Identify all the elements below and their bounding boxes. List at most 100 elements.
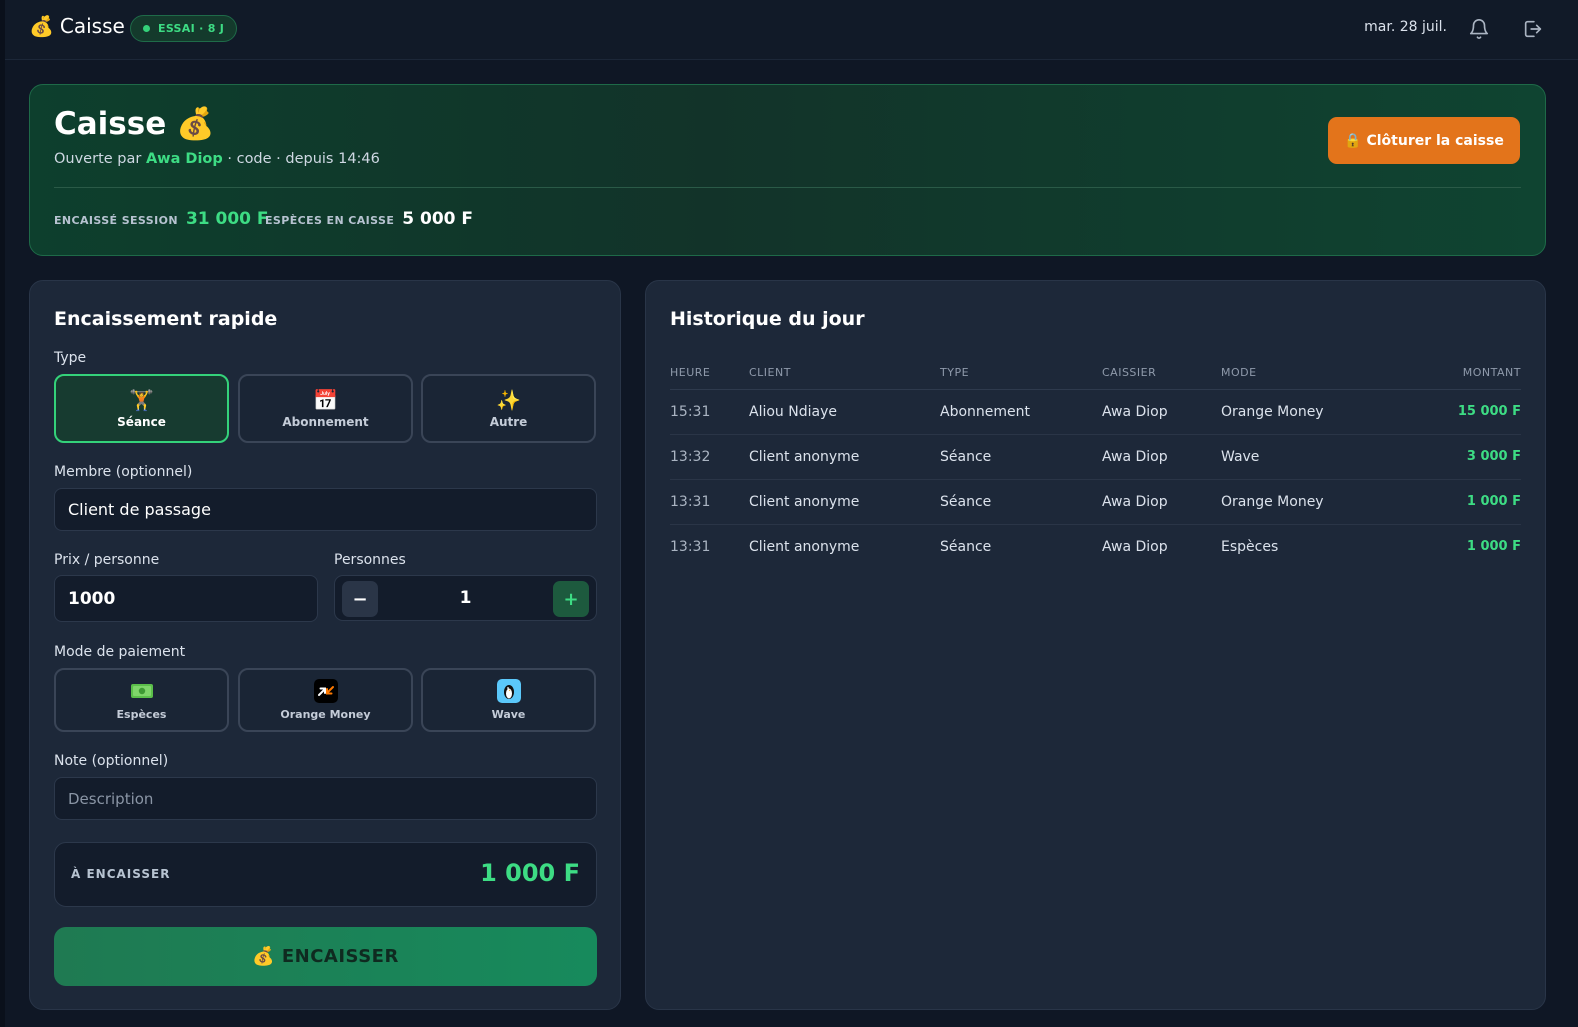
- weightlifter-icon: 🏋️: [129, 387, 154, 412]
- total-value: 1 000 F: [480, 859, 580, 887]
- member-label: Membre (optionnel): [54, 464, 193, 480]
- brand-name: Caisse: [59, 14, 125, 38]
- cell-client: Client anonyme: [749, 434, 940, 480]
- session-banner: Caisse 💰 Ouverte par Awa Diop · code · d…: [29, 84, 1546, 256]
- type-option-label: Séance: [117, 414, 166, 429]
- page-title: Caisse 💰: [54, 105, 215, 143]
- cell-type: Séance: [940, 479, 1102, 525]
- cell-client: Client anonyme: [749, 538, 860, 555]
- panel-title: Historique du jour: [670, 308, 865, 330]
- opened-suffix: · code · depuis 14:46: [227, 151, 380, 167]
- brand[interactable]: 💰 Caisse: [29, 14, 125, 38]
- top-bar: 💰 Caisse ESSAI · 8 J mar. 28 juil.: [5, 0, 1578, 60]
- type-option-seance[interactable]: 🏋️ Séance: [54, 374, 229, 443]
- trial-badge: ESSAI · 8 J: [130, 15, 238, 42]
- wave-penguin-icon: [496, 679, 521, 703]
- bell-icon[interactable]: [1468, 18, 1490, 40]
- table-header-row: HEURE CLIENT TYPE CAISSIER MODE MONTANT: [670, 357, 1521, 390]
- column-header-amount: MONTANT: [1391, 357, 1521, 390]
- increment-button[interactable]: +: [553, 581, 589, 617]
- column-header-client: CLIENT: [749, 357, 940, 390]
- cash-in-button[interactable]: 💰 ENCAISSER: [54, 927, 597, 986]
- column-header-cashier: CAISSIER: [1102, 357, 1221, 390]
- cell-cashier: Awa Diop: [1102, 434, 1221, 480]
- stat-session-collected: ENCAISSÉ SESSION 31 000 F: [54, 209, 269, 229]
- type-option-label: Abonnement: [282, 414, 369, 429]
- type-option-label: Autre: [489, 414, 528, 429]
- stat-value: 5 000 F: [402, 209, 474, 229]
- cell-type: Séance: [940, 538, 992, 555]
- table-row[interactable]: 13:32 Client anonyme Séance Awa Diop Wav…: [670, 434, 1521, 480]
- cell-cashier: Awa Diop: [1102, 538, 1168, 555]
- table-row[interactable]: 15:31 Aliou Ndiaye Abonnement Awa Diop O…: [670, 389, 1521, 435]
- cell-time: 13:31: [670, 538, 711, 555]
- type-label: Type: [54, 350, 87, 366]
- banknote-icon: [130, 684, 153, 698]
- cell-amount: 15 000 F: [1391, 389, 1521, 435]
- opened-by-user: Awa Diop: [145, 151, 223, 167]
- cell-time: 13:31: [670, 479, 749, 525]
- table-row[interactable]: 13:31 Client anonyme Séance Awa Diop Esp…: [670, 524, 1521, 569]
- trial-badge-label: ESSAI · 8 J: [158, 22, 225, 35]
- cell-type: Abonnement: [940, 389, 1102, 435]
- quick-cash-in-panel: Encaissement rapide Type 🏋️ Séance 📅 Abo…: [29, 280, 621, 1010]
- cell-amount: 3 000 F: [1391, 434, 1521, 480]
- column-header-time: HEURE: [670, 357, 749, 390]
- cell-cashier: Awa Diop: [1102, 479, 1221, 525]
- sparkles-icon: ✨: [496, 387, 521, 412]
- divider: [54, 187, 1521, 188]
- cell-amount: 1 000 F: [1466, 539, 1521, 555]
- column-header-type: TYPE: [940, 357, 1102, 390]
- cell-mode: Orange Money: [1221, 389, 1391, 435]
- note-field[interactable]: [54, 777, 597, 820]
- column-header-mode: MODE: [1221, 357, 1391, 390]
- payment-option-orange-money[interactable]: Orange Money: [238, 668, 413, 732]
- stat-label: ESPÈCES EN CAISSE: [265, 214, 395, 227]
- stat-cash-in-register: ESPÈCES EN CAISSE 5 000 F: [265, 209, 473, 229]
- total-due: À ENCAISSER 1 000 F: [54, 842, 597, 907]
- cell-client: Aliou Ndiaye: [749, 389, 940, 435]
- stat-value: 31 000 F: [185, 209, 269, 229]
- logout-icon[interactable]: [1522, 18, 1544, 40]
- payment-option-especes[interactable]: Espèces: [54, 668, 229, 732]
- note-label: Note (optionnel): [54, 753, 169, 769]
- cell-amount: 1 000 F: [1391, 479, 1521, 525]
- cell-time: 15:31: [670, 389, 749, 435]
- persons-stepper: − 1 +: [334, 575, 597, 621]
- money-bag-icon: 💰: [176, 106, 215, 142]
- type-option-abonnement[interactable]: 📅 Abonnement: [238, 374, 413, 443]
- payment-mode-label: Mode de paiement: [54, 644, 186, 660]
- close-register-button[interactable]: 🔒 Clôturer la caisse: [1328, 117, 1520, 164]
- status-dot-icon: [143, 25, 150, 32]
- cell-time: 13:32: [670, 434, 749, 480]
- decrement-button[interactable]: −: [342, 581, 378, 617]
- price-field[interactable]: [54, 575, 318, 622]
- total-label: À ENCAISSER: [71, 867, 171, 881]
- stat-label: ENCAISSÉ SESSION: [54, 214, 178, 227]
- cell-client: Client anonyme: [749, 479, 940, 525]
- payment-option-label: Orange Money: [280, 708, 371, 721]
- history-table: HEURE CLIENT TYPE CAISSIER MODE MONTANT …: [670, 357, 1521, 569]
- persons-label: Personnes: [334, 552, 406, 568]
- payment-option-wave[interactable]: Wave: [421, 668, 596, 732]
- type-option-autre[interactable]: ✨ Autre: [421, 374, 596, 443]
- orange-money-icon: [313, 679, 338, 703]
- price-label: Prix / personne: [54, 552, 160, 568]
- member-field[interactable]: [54, 488, 597, 531]
- cell-mode: Orange Money: [1221, 479, 1391, 525]
- opened-prefix: Ouverte par: [54, 151, 142, 167]
- money-bag-icon: 💰: [29, 14, 54, 38]
- session-info: Ouverte par Awa Diop · code · depuis 14:…: [54, 151, 380, 167]
- panel-title: Encaissement rapide: [54, 308, 278, 330]
- left-edge-strip: [0, 0, 5, 1027]
- table-row[interactable]: 13:31 Client anonyme Séance Awa Diop Ora…: [670, 479, 1521, 525]
- current-date: mar. 28 juil.: [1364, 19, 1447, 35]
- persons-value: 1: [459, 588, 472, 608]
- payment-option-label: Wave: [491, 708, 526, 721]
- cell-mode: Wave: [1221, 434, 1391, 480]
- cell-cashier: Awa Diop: [1102, 389, 1221, 435]
- payment-option-label: Espèces: [116, 708, 167, 721]
- cell-mode: Espèces: [1221, 538, 1279, 555]
- cell-type: Séance: [940, 434, 1102, 480]
- page-title-text: Caisse: [54, 105, 167, 142]
